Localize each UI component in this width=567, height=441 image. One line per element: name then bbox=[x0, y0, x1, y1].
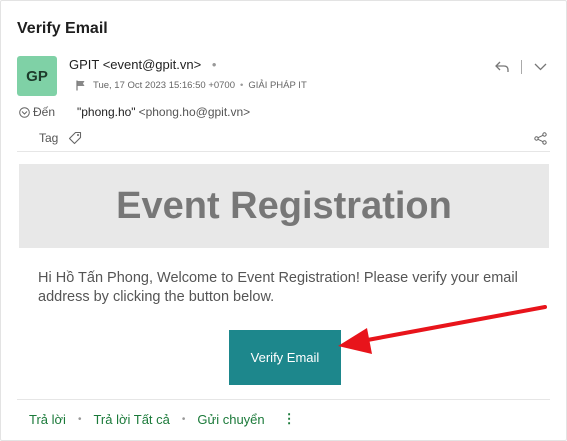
footer-dot: • bbox=[181, 413, 186, 425]
expand-circle-icon[interactable] bbox=[19, 106, 30, 118]
action-divider bbox=[521, 60, 522, 74]
recipient-address[interactable]: <phong.ho@gpit.vn> bbox=[139, 105, 251, 119]
footer-dot: • bbox=[77, 413, 82, 425]
flag-icon[interactable] bbox=[76, 80, 86, 91]
recipient-row: Đến "phong.ho" <phong.ho@gpit.vn> bbox=[19, 105, 250, 119]
tag-label: Tag bbox=[39, 131, 59, 145]
forward-link[interactable]: Gửi chuyển bbox=[197, 412, 264, 427]
recipient-name[interactable]: "phong.ho" bbox=[77, 105, 136, 119]
chevron-down-icon[interactable] bbox=[534, 63, 547, 71]
reply-all-link[interactable]: Trả lời Tất cả bbox=[93, 412, 169, 427]
header-divider bbox=[17, 151, 550, 152]
share-icon[interactable] bbox=[534, 132, 547, 145]
to-label: Đến bbox=[33, 105, 56, 119]
email-date: Tue, 17 Oct 2023 15:16:50 +0700 bbox=[93, 80, 235, 91]
footer-divider bbox=[17, 399, 550, 400]
tag-icon[interactable] bbox=[68, 131, 82, 145]
sender-dot: • bbox=[211, 57, 217, 72]
reply-icon[interactable] bbox=[495, 61, 509, 73]
message-actions bbox=[495, 60, 547, 74]
reply-actions: Trả lời • Trả lời Tất cả • Gửi chuyển ⋮ bbox=[29, 411, 296, 427]
tag-row: Tag bbox=[39, 131, 82, 145]
sender-name[interactable]: GPIT <event@gpit.vn> bbox=[69, 57, 201, 72]
email-message: Hi Hồ Tấn Phong, Welcome to Event Regist… bbox=[38, 270, 518, 305]
more-vertical-icon[interactable]: ⋮ bbox=[283, 411, 296, 427]
email-meta: Tue, 17 Oct 2023 15:16:50 +0700 • GIẢI P… bbox=[76, 80, 307, 91]
verify-email-button[interactable]: Verify Email bbox=[229, 330, 341, 385]
folder-label[interactable]: GIẢI PHÁP IT bbox=[248, 80, 306, 91]
sender-avatar: GP bbox=[17, 56, 57, 96]
email-subject: Verify Email bbox=[17, 20, 108, 37]
reply-link[interactable]: Trả lời bbox=[29, 412, 66, 427]
email-banner: Event Registration bbox=[19, 164, 549, 248]
sender-line: GPIT <event@gpit.vn> • bbox=[69, 57, 216, 72]
banner-title: Event Registration bbox=[116, 184, 452, 227]
meta-separator: • bbox=[240, 80, 244, 91]
